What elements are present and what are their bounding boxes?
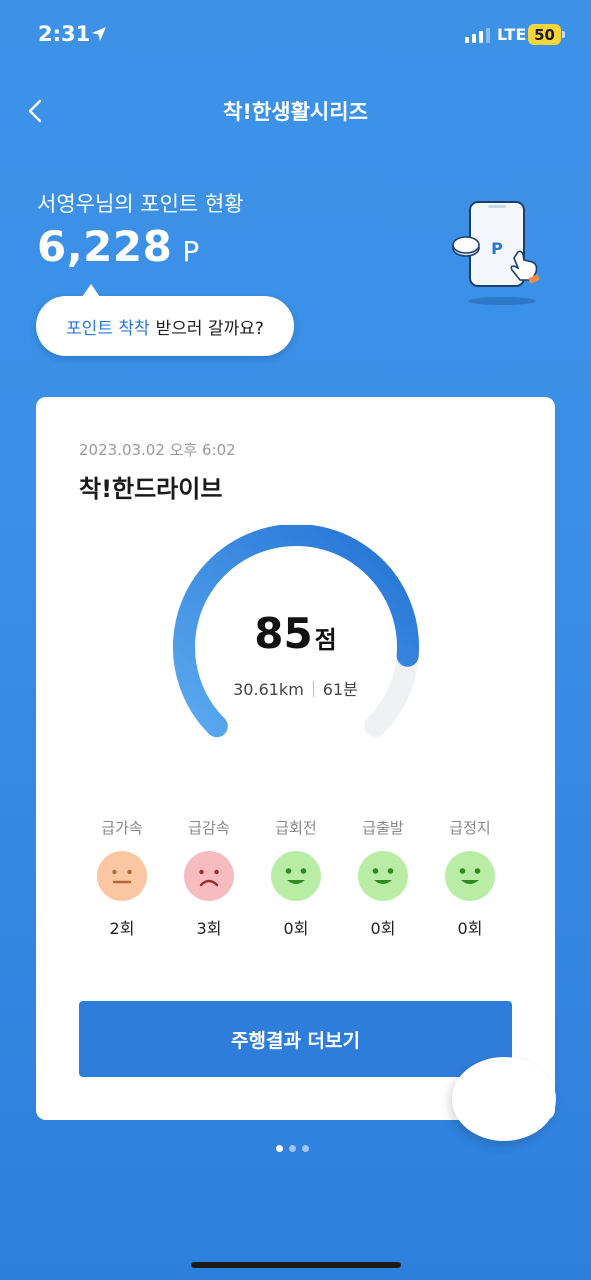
event-label: 급감속 [188,819,230,837]
event-count: 2회 [109,919,135,938]
location-arrow-icon [92,27,106,41]
distance-duration: 30.61km 61분 [36,676,555,700]
drive-result-card: 2023.03.02 오후 6:02 착!한드라이브 85점 30.61km 61… [36,397,555,1120]
pagination-dots [276,1145,309,1152]
event-item: 급감속 3회 [166,817,252,939]
network-type: LTE [497,25,527,44]
event-item: 급가속 2회 [79,817,165,939]
event-count: 0회 [283,919,309,938]
happy-face-icon [271,851,321,901]
event-label: 급정지 [449,819,491,837]
distance-value: 30.61km [233,680,304,699]
view-more-results-button[interactable]: 주행결과 더보기 [79,1001,512,1077]
home-indicator [191,1262,401,1268]
happy-face-icon [358,851,408,901]
divider [312,681,314,697]
event-label: 급회전 [275,819,317,837]
points-unit: P [182,235,200,268]
neutral-face-icon [97,851,147,901]
score-unit: 점 [314,626,337,654]
bubble-highlight: 포인트 착착 [66,318,150,339]
event-label: 급가속 [101,819,143,837]
drive-date: 2023.03.02 오후 6:02 [79,441,236,459]
points-value-row: 6,228 P [37,222,200,271]
phone-point-illustration-icon: P [452,201,540,305]
happy-face-icon [445,851,495,901]
score-value: 85 [254,609,313,658]
page-dot[interactable] [302,1145,309,1152]
points-value: 6,228 [37,222,173,271]
page-dot[interactable] [276,1145,283,1152]
battery-icon: 50 [528,24,561,45]
driving-events: 급가속 2회 급감속 3회 급회전 0회 급출발 0회 급정지 0회 [79,817,513,939]
floating-action-button[interactable] [452,1057,556,1141]
event-count: 0회 [457,919,483,938]
svg-text:P: P [491,239,503,258]
drive-title: 착!한드라이브 [79,475,223,503]
status-time: 2:31 [38,22,91,46]
sad-face-icon [184,851,234,901]
points-label: 서영우님의 포인트 현황 [37,192,244,216]
battery-nub [562,31,565,38]
event-label: 급출발 [362,819,404,837]
status-bar: 2:31 LTE 50 [0,0,591,70]
duration-value: 61분 [322,680,358,699]
page-dot[interactable] [289,1145,296,1152]
score-display: 85점 [36,609,555,658]
event-count: 3회 [196,919,222,938]
event-item: 급회전 0회 [253,817,339,939]
bubble-text: 받으러 갈까요? [155,318,264,339]
event-item: 급정지 0회 [427,817,513,939]
points-prompt-bubble[interactable]: 포인트 착착 받으러 갈까요? [36,284,294,356]
signal-strength-icon [465,28,490,43]
event-item: 급출발 0회 [340,817,426,939]
event-count: 0회 [370,919,396,938]
page-title: 착!한생활시리즈 [223,100,368,124]
